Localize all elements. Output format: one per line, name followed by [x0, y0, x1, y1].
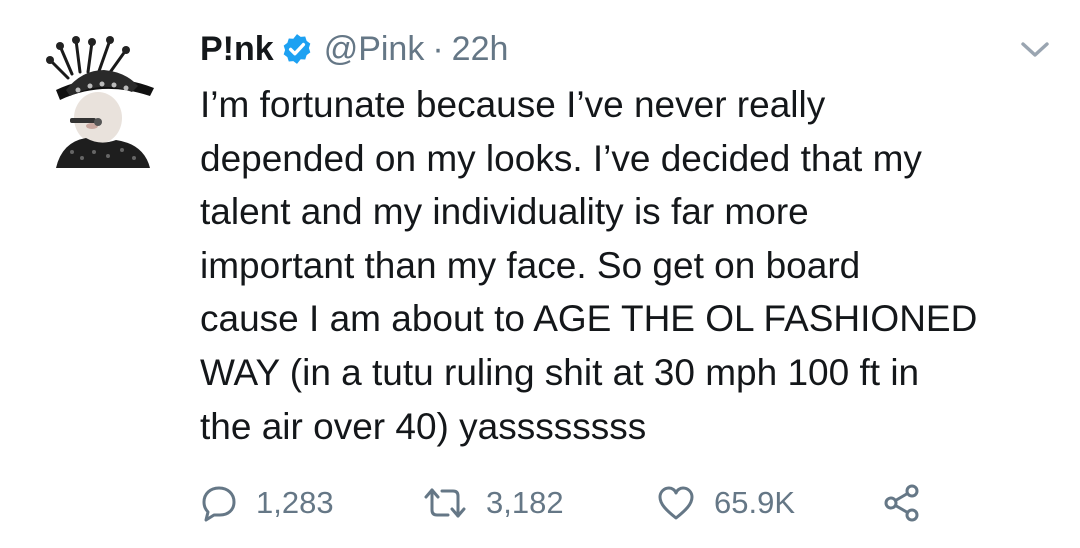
timestamp[interactable]: 22h [452, 30, 509, 69]
reply-count: 1,283 [256, 485, 334, 520]
share-icon [884, 484, 919, 522]
like-icon [658, 486, 694, 520]
verified-badge-icon [283, 34, 311, 64]
like-count: 65.9K [714, 485, 796, 520]
retweet-button[interactable]: 3,182 [422, 476, 564, 530]
display-name[interactable]: P!nk [200, 30, 274, 69]
chevron-down-icon[interactable] [1018, 38, 1052, 62]
reply-icon [202, 486, 236, 522]
handle[interactable]: @Pink [324, 30, 425, 69]
retweet-count: 3,182 [486, 485, 564, 520]
like-button[interactable]: 65.9K [656, 476, 795, 530]
tweet-text: I’m fortunate because I’ve never really … [200, 84, 978, 447]
avatar[interactable] [42, 34, 158, 172]
share-button[interactable] [882, 476, 922, 530]
retweet-icon [424, 488, 466, 518]
action-bar: 1,283 3,182 65.9K [200, 476, 960, 530]
reply-button[interactable]: 1,283 [200, 476, 334, 530]
tweet[interactable]: P!nk @Pink · 22h I’m fortunate because I… [0, 0, 1080, 548]
tweet-header: P!nk @Pink · 22h [200, 26, 508, 72]
separator-dot: · [432, 29, 444, 68]
